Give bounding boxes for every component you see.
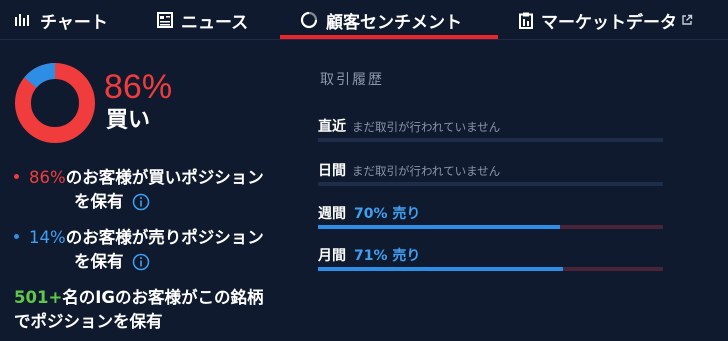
history-row-note: まだ取引が行われていません [352,120,501,134]
history-bar [318,138,663,142]
sell-stat-pct: 14% [29,228,66,247]
tab-market-data[interactable]: マーケットデータ [519,0,693,40]
sell-dot [14,234,19,239]
tab-bar: チャート ニュース 顧客センチメント マーケットデータ [0,0,728,40]
donut-sell-segment [24,63,56,89]
clients-text2: でポジションを保有 [14,312,163,331]
info-icon[interactable] [132,193,150,211]
history-bar [318,225,663,229]
history-bar [318,267,663,271]
clients-text: 名のIGのお客様がこの銘柄 [62,288,264,307]
history-row-label: 日間 [318,163,346,179]
history-row-monthly: 月間 71% 売り [318,245,663,271]
history-bar [318,182,663,186]
active-tab-indicator [280,35,498,39]
tab-chart[interactable]: チャート [14,0,108,40]
sell-stat-text: のお客様が売りポジション [65,228,264,247]
history-row-weekly: 週間 70% 売り [318,203,663,229]
sell-stat: 14%のお客様が売りポジション を保有 [14,226,264,274]
buy-dot [14,174,19,179]
clipboard-icon [519,12,533,29]
history-row-value: 71% 売り [354,248,421,264]
info-icon[interactable] [132,253,150,271]
history-row-label: 週間 [318,206,346,222]
tab-sentiment[interactable]: 顧客センチメント [300,0,462,40]
history-row-daily: 日間 まだ取引が行われていません [318,160,663,186]
tab-sentiment-label: 顧客センチメント [326,12,462,33]
buy-stat-text2: を保有 [74,192,124,211]
history-bar-fill [318,225,560,229]
tab-market-data-label: マーケットデータ [541,12,677,33]
clients-count: 501+ [14,288,63,307]
sentiment-icon [300,11,318,29]
history-row-value: 70% 売り [354,206,421,222]
tab-news-label: ニュース [181,12,249,33]
buy-stat: 86%のお客様が買いポジション を保有 [14,166,264,214]
history-row-label: 月間 [318,248,346,264]
history-row-note: まだ取引が行われていません [352,164,501,178]
buy-stat-text: のお客様が買いポジション [65,168,264,187]
history-row-label: 直近 [318,119,346,135]
buy-label: 買い [106,108,151,133]
history-title: 取引履歴 [320,72,384,88]
tab-chart-label: チャート [40,12,108,33]
sell-stat-text2: を保有 [74,252,124,271]
tab-news[interactable]: ニュース [157,0,248,40]
history-bar-fill [318,267,563,271]
buy-percentage: 86% [104,68,173,106]
buy-stat-pct: 86% [29,168,66,187]
sentiment-donut [14,62,96,144]
clients-stat: 501+名のIGのお客様がこの銘柄 でポジションを保有 [14,286,263,334]
history-row-recent: 直近 まだ取引が行われていません [318,116,663,142]
external-link-icon [681,14,693,26]
news-icon [157,12,173,28]
chart-bars-icon [14,13,32,27]
